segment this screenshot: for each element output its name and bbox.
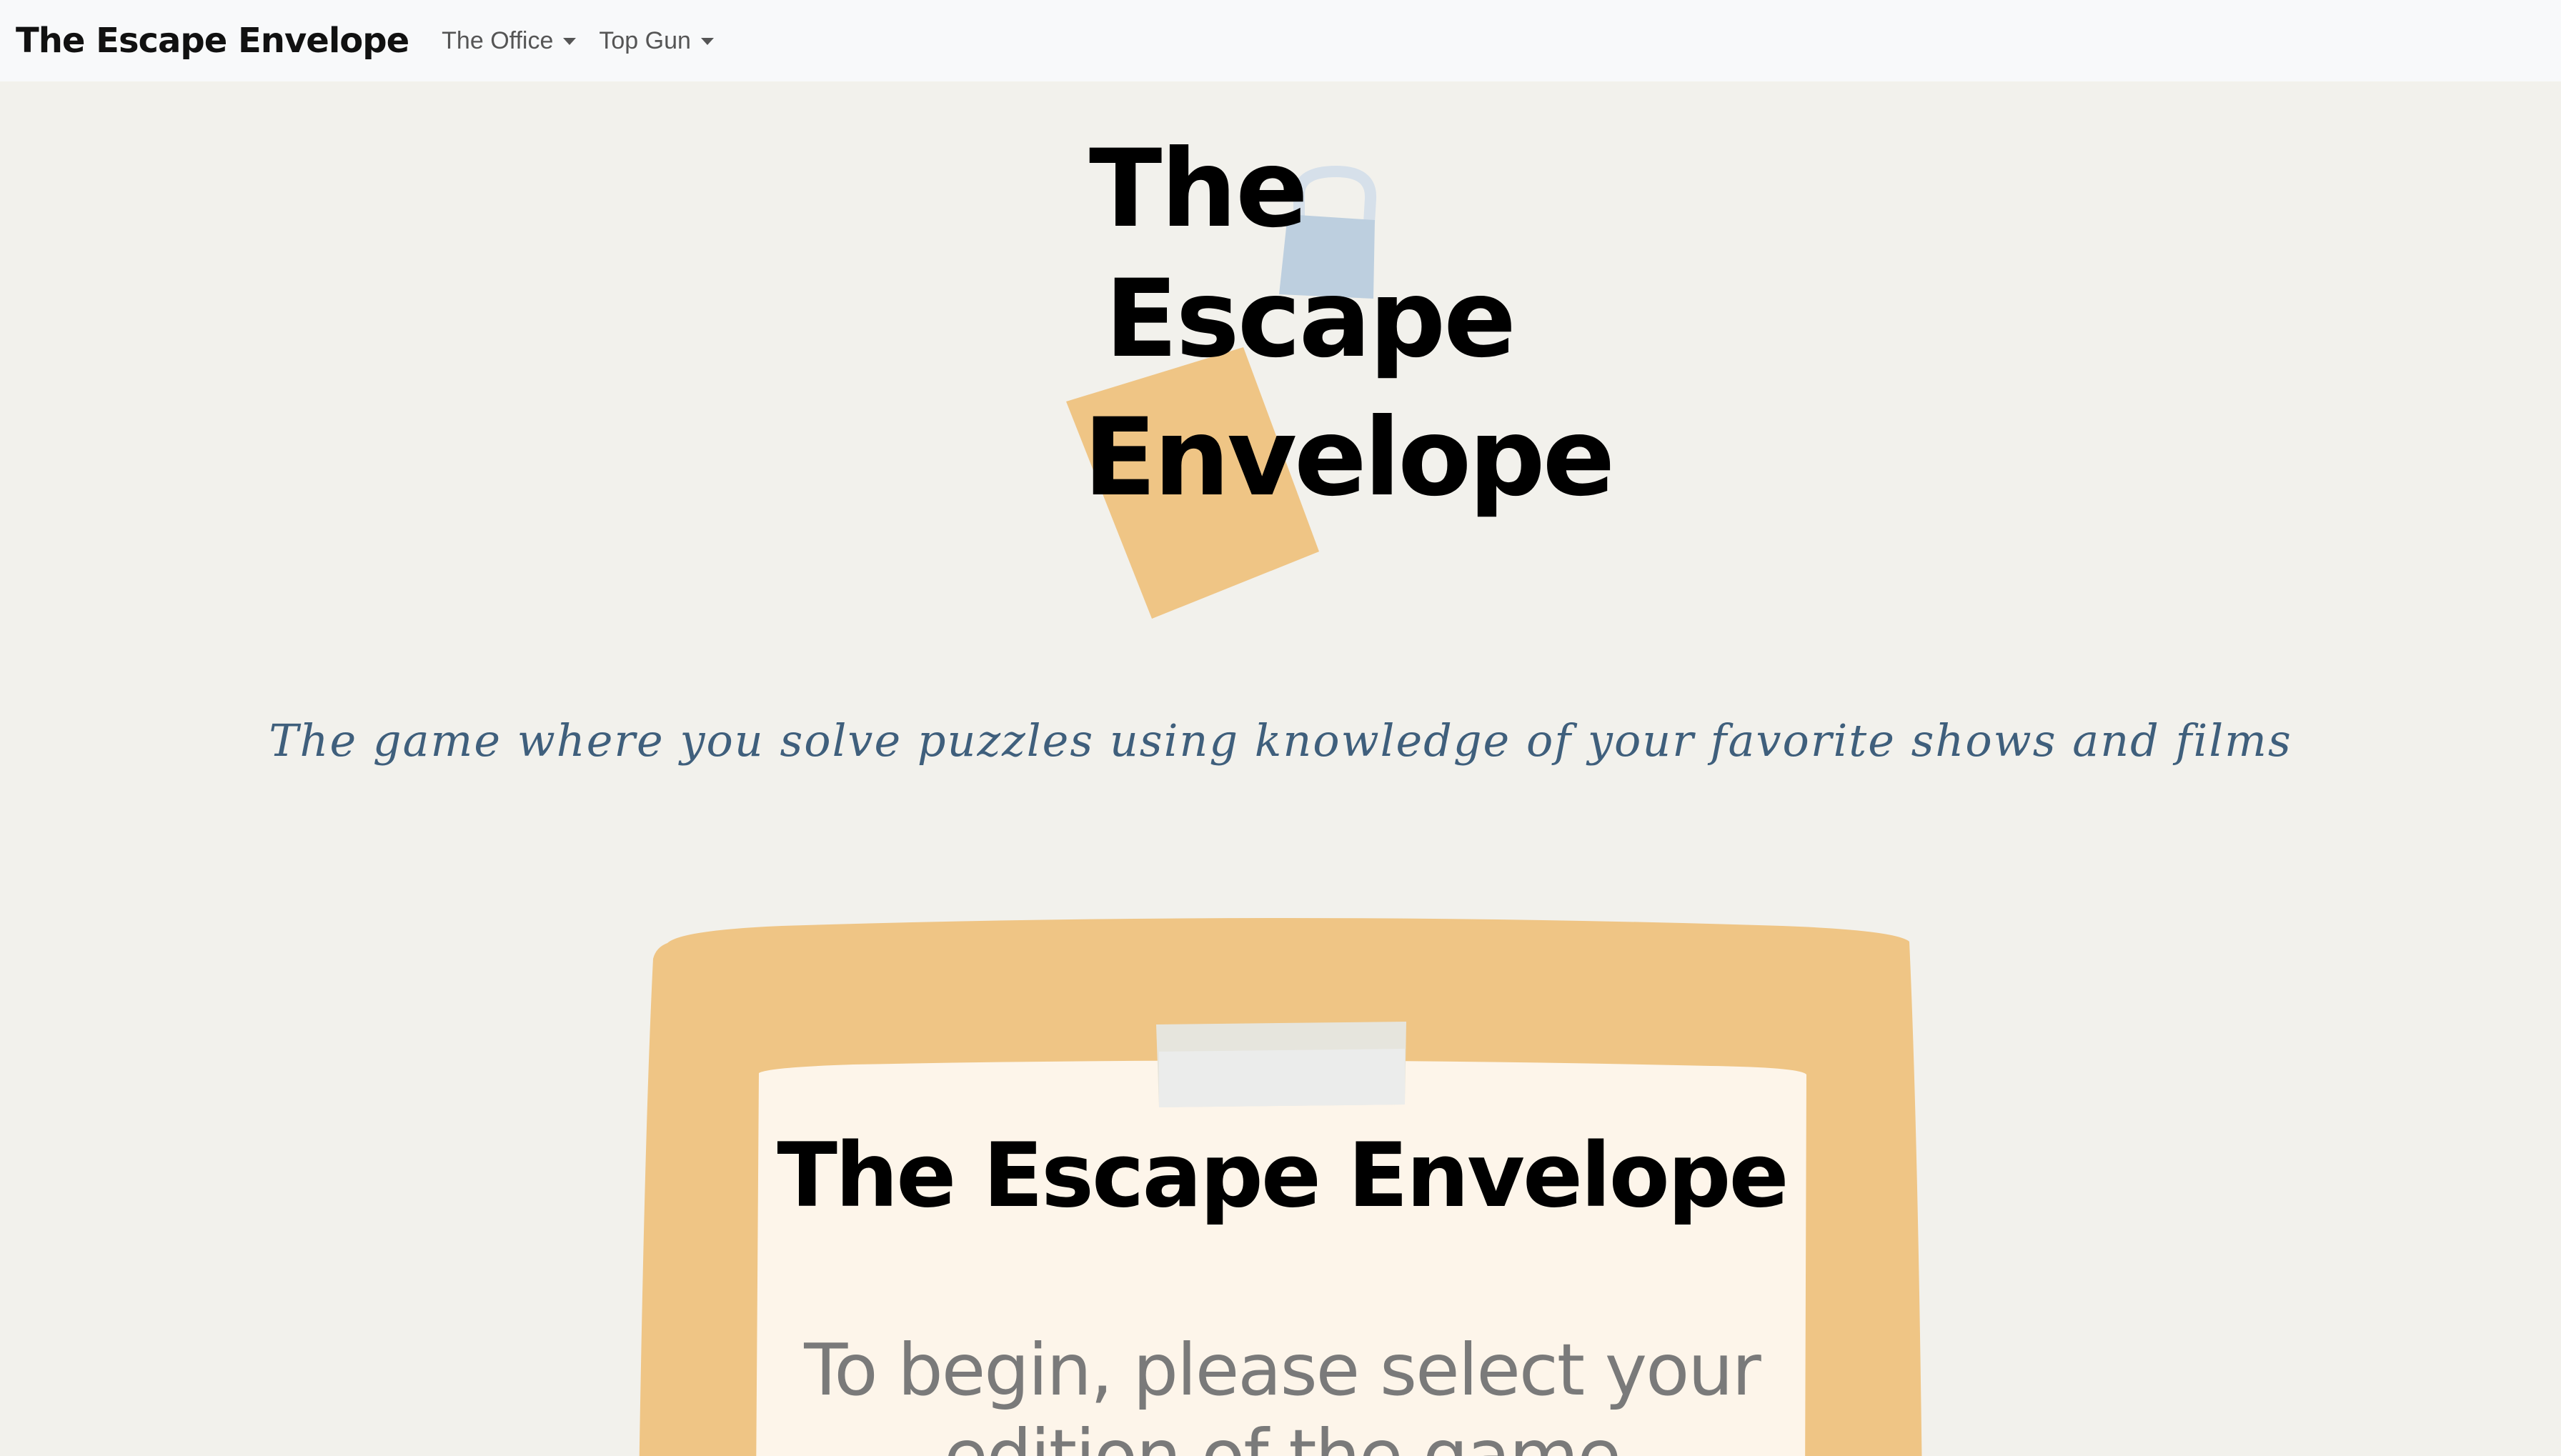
chevron-down-icon bbox=[563, 38, 577, 45]
menu-the-office[interactable]: The Office bbox=[442, 26, 577, 55]
logo-word-escape: Escape bbox=[1105, 257, 1516, 382]
card-title: The Escape Envelope bbox=[777, 1125, 1789, 1227]
menu-the-office-label: The Office bbox=[442, 26, 554, 54]
card-instructions: To begin, please select your edition of … bbox=[804, 1328, 1761, 1456]
menu-top-gun-label: Top Gun bbox=[599, 26, 691, 54]
logo-word-the: The bbox=[1089, 127, 1308, 251]
logo-word-envelope: Envelope bbox=[1083, 396, 1615, 520]
navbar-brand[interactable]: The Escape Envelope bbox=[16, 21, 409, 61]
tagline: The game where you solve puzzles using k… bbox=[269, 714, 2292, 767]
chevron-down-icon bbox=[700, 38, 714, 45]
menu-top-gun[interactable]: Top Gun bbox=[599, 27, 714, 55]
navbar: The Escape Envelope The Office Top Gun bbox=[0, 0, 2561, 81]
